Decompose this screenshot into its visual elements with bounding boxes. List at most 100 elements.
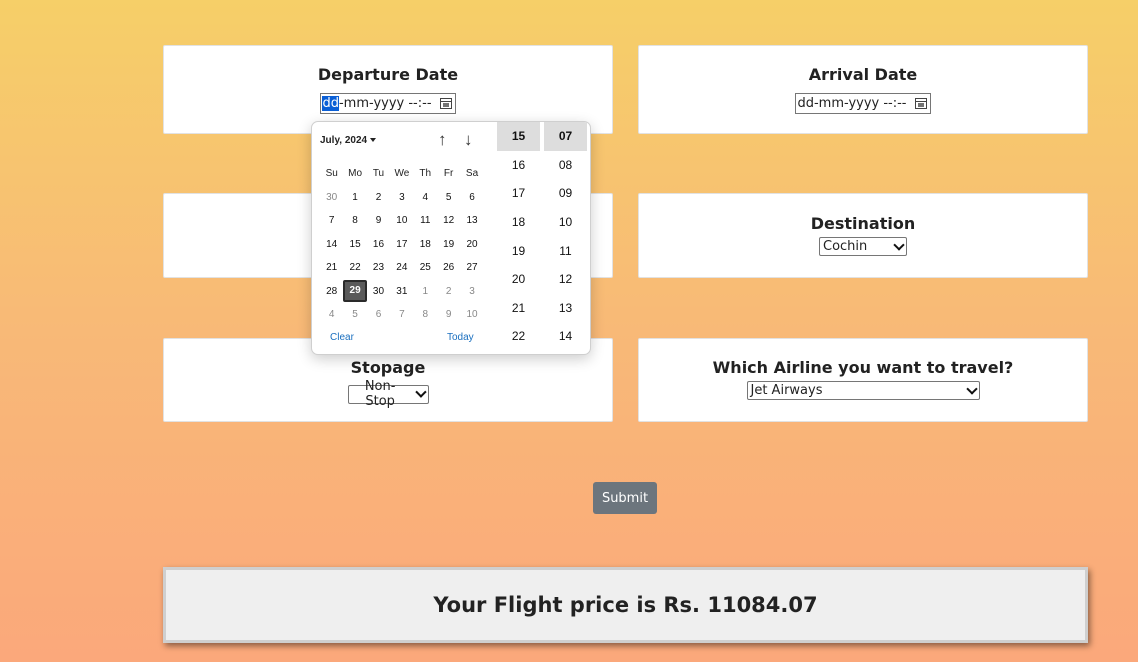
minute-option[interactable]: 14 [544,322,587,351]
destination-selected: Cochin [823,239,868,254]
calendar-icon[interactable] [439,98,452,109]
today-button[interactable]: Today [447,332,474,343]
minute-option[interactable]: 09 [544,179,587,208]
hour-option[interactable]: 21 [497,294,540,323]
calendar-day[interactable]: 26 [437,262,460,273]
hour-option[interactable]: 20 [497,265,540,294]
calendar-day[interactable]: 17 [390,239,413,250]
arrival-date-value[interactable]: dd-mm-yyyy --:-- [797,96,906,111]
calendar-day[interactable]: 10 [390,215,413,226]
arrival-date-input[interactable]: dd-mm-yyyy --:-- [795,93,931,114]
calendar-day[interactable]: 6 [460,192,483,203]
weekday-label: Mo [348,168,363,180]
calendar-day[interactable]: 2 [437,286,460,297]
calendar-day[interactable]: 14 [320,239,343,250]
stopage-select[interactable]: Non-Stop [347,379,429,409]
weekday-label: Fr [443,168,454,180]
calendar-day[interactable]: 8 [414,309,437,320]
minute-option[interactable]: 08 [544,151,587,180]
calendar-day[interactable]: 7 [390,309,413,320]
calendar-week-row: 4 5 6 7 8 9 10 [320,303,492,327]
minute-option[interactable]: 12 [544,265,587,294]
day-segment[interactable]: dd [322,96,339,111]
calendar-day[interactable]: 5 [343,309,366,320]
calendar-day[interactable]: 27 [460,262,483,273]
minute-option[interactable]: 07 [544,122,587,151]
calendar-day[interactable]: 28 [320,286,343,297]
calendar-day[interactable]: 25 [414,262,437,273]
calendar-day-selected[interactable]: 29 [343,280,367,303]
datetime-picker: July, 2024 ↑ ↓ Su Mo Tu We Th Fr Sa 30 1 2 3 4 5 6 7 8 9… [311,121,591,355]
calendar-day[interactable]: 2 [367,192,390,203]
calendar-day[interactable]: 13 [460,215,483,226]
chevron-down-icon [415,386,427,398]
hour-option[interactable]: 18 [497,208,540,237]
calendar-day[interactable]: 31 [390,286,413,297]
hour-option[interactable]: 22 [497,322,540,351]
calendar-day[interactable]: 18 [414,239,437,250]
calendar-day[interactable]: 7 [320,215,343,226]
calendar-day[interactable]: 23 [367,262,390,273]
chevron-down-icon [893,238,905,251]
calendar-grid: Su Mo Tu We Th Fr Sa 30 1 2 3 4 5 6 7 8 9 10 11 12 13 14 15 16 1… [320,162,492,327]
calendar-week-row: 21 22 23 24 25 26 27 [320,256,492,280]
calendar-day[interactable]: 22 [343,262,366,273]
weekday-label: Sa [465,168,479,180]
destination-label: Destination [810,214,916,233]
calendar-day[interactable]: 30 [367,286,390,297]
calendar-day[interactable]: 20 [460,239,483,250]
hour-option[interactable]: 19 [497,236,540,265]
calendar-day[interactable]: 30 [320,192,343,203]
calendar-week-row: 28 29 30 31 1 2 3 [320,280,492,304]
calendar-day[interactable]: 9 [437,309,460,320]
airline-card: Which Airline you want to travel? Jet Ai… [638,338,1088,422]
calendar-day[interactable]: 3 [390,192,413,203]
calendar-day[interactable]: 19 [437,239,460,250]
month-year-selector[interactable]: July, 2024 [320,135,377,146]
calendar-day[interactable]: 10 [460,309,483,320]
hour-option[interactable]: 16 [497,151,540,180]
minute-option[interactable]: 13 [544,294,587,323]
hour-option[interactable]: 15 [497,122,540,151]
calendar-week-row: 30 1 2 3 4 5 6 [320,186,492,210]
arrival-label: Arrival Date [808,65,918,84]
calendar-day[interactable]: 3 [460,286,483,297]
calendar-day[interactable]: 4 [320,309,343,320]
price-result-text: Your Flight price is Rs. 11084.07 [433,593,818,617]
hour-option[interactable]: 17 [497,179,540,208]
calendar-week-row: 7 8 9 10 11 12 13 [320,209,492,233]
weekday-label: Su [325,168,338,180]
calendar-day[interactable]: 11 [414,215,437,226]
minute-option[interactable]: 10 [544,208,587,237]
airline-label: Which Airline you want to travel? [712,358,1014,377]
calendar-day[interactable]: 12 [437,215,460,226]
calendar-day[interactable]: 1 [343,192,366,203]
airline-select[interactable]: Jet Airways [746,381,980,400]
stopage-label: Stopage [350,358,426,377]
calendar-day[interactable]: 6 [367,309,390,320]
arrival-card: Arrival Date dd-mm-yyyy --:-- [638,45,1088,134]
calendar-icon[interactable] [914,98,927,109]
weekday-label: Tu [372,168,385,180]
calendar-week-row: 14 15 16 17 18 19 20 [320,233,492,257]
hour-column[interactable]: 15 16 17 18 19 20 21 22 [497,122,540,354]
calendar-day[interactable]: 9 [367,215,390,226]
calendar-day[interactable]: 1 [414,286,437,297]
destination-select[interactable]: Cochin [819,237,907,256]
departure-date-input[interactable]: dd -mm-yyyy --:-- [320,93,456,114]
calendar-day[interactable]: 8 [343,215,366,226]
calendar-day[interactable]: 21 [320,262,343,273]
calendar-day[interactable]: 5 [437,192,460,203]
arrow-up-icon[interactable]: ↑ [438,131,447,148]
calendar-day[interactable]: 4 [414,192,437,203]
submit-button[interactable]: Submit [593,482,657,514]
calendar-day[interactable]: 15 [343,239,366,250]
minute-option[interactable]: 11 [544,236,587,265]
arrow-down-icon[interactable]: ↓ [464,131,473,148]
price-result: Your Flight price is Rs. 11084.07 [163,567,1088,643]
clear-button[interactable]: Clear [330,332,354,343]
calendar-day[interactable]: 16 [367,239,390,250]
calendar-day[interactable]: 24 [390,262,413,273]
date-rest-segment[interactable]: -mm-yyyy --:-- [339,96,432,111]
minute-column[interactable]: 07 08 09 10 11 12 13 14 [544,122,587,354]
